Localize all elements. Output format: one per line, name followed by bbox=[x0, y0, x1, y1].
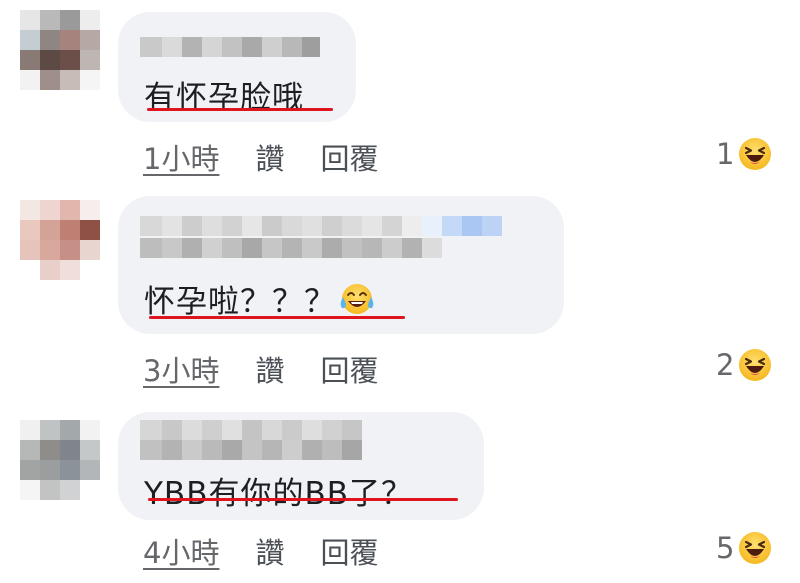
blurred-username[interactable] bbox=[140, 216, 502, 236]
comment-bubble: YBB有你的BB了？ bbox=[118, 412, 484, 520]
reaction-count: 1 bbox=[716, 137, 735, 171]
reaction-count: 2 bbox=[716, 348, 735, 382]
reaction-summary[interactable]: 1 bbox=[716, 137, 772, 171]
red-underline bbox=[148, 498, 458, 501]
reaction-count: 5 bbox=[716, 531, 735, 565]
comment-text-content: 怀孕啦？？？ bbox=[144, 284, 336, 320]
laughing-face-icon bbox=[738, 137, 772, 171]
avatar[interactable] bbox=[20, 420, 100, 500]
timestamp-link[interactable]: 1小時 bbox=[143, 136, 219, 178]
blurred-username[interactable] bbox=[140, 37, 320, 57]
blurred-username[interactable] bbox=[140, 420, 362, 440]
comment-actions: 4小時 讚 回覆 bbox=[143, 530, 378, 572]
timestamp-link[interactable]: 4小時 bbox=[143, 530, 219, 572]
reply-button[interactable]: 回覆 bbox=[320, 530, 378, 572]
like-button[interactable]: 讚 bbox=[255, 530, 284, 572]
like-button[interactable]: 讚 bbox=[255, 348, 284, 390]
tears-of-joy-icon bbox=[338, 280, 376, 318]
comment-bubble: 怀孕啦？？？ bbox=[118, 196, 564, 334]
reply-button[interactable]: 回覆 bbox=[320, 136, 378, 178]
avatar[interactable] bbox=[20, 10, 100, 90]
timestamp-link[interactable]: 3小時 bbox=[143, 348, 219, 390]
comment-actions: 3小時 讚 回覆 bbox=[143, 348, 378, 390]
avatar[interactable] bbox=[20, 200, 100, 280]
comment-bubble: 有怀孕脸哦 bbox=[118, 12, 356, 122]
laughing-face-icon bbox=[738, 531, 772, 565]
comment-text: YBB有你的BB了？ bbox=[144, 476, 414, 512]
red-underline bbox=[149, 316, 405, 319]
blurred-username-line-2 bbox=[140, 440, 362, 460]
comment-actions: 1小時 讚 回覆 bbox=[143, 136, 378, 178]
reply-button[interactable]: 回覆 bbox=[320, 348, 378, 390]
like-button[interactable]: 讚 bbox=[255, 136, 284, 178]
reaction-summary[interactable]: 5 bbox=[716, 531, 772, 565]
red-underline bbox=[147, 108, 333, 111]
blurred-username-line-2 bbox=[140, 238, 442, 258]
laughing-face-icon bbox=[738, 348, 772, 382]
comment-text: 怀孕啦？？？ bbox=[144, 276, 376, 321]
reaction-summary[interactable]: 2 bbox=[716, 348, 772, 382]
